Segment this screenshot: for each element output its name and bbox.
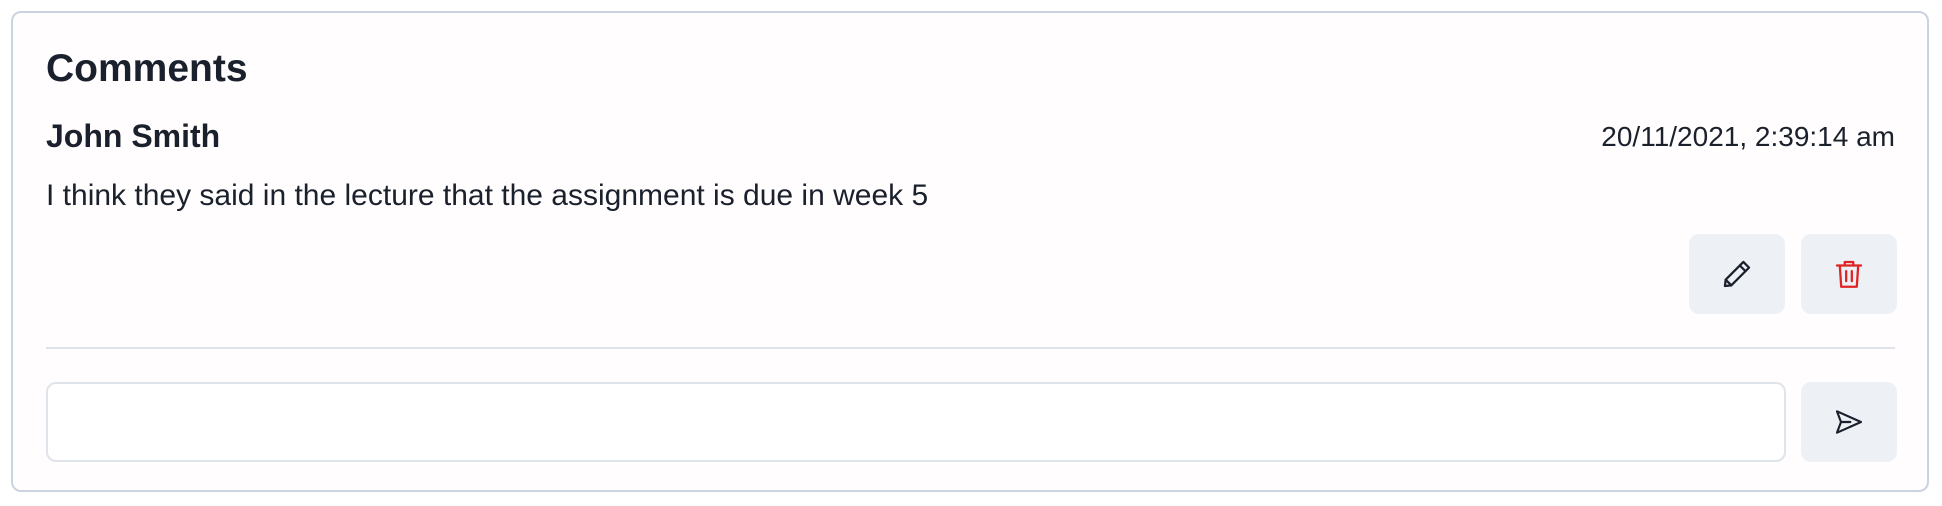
new-comment-input[interactable] [46, 382, 1786, 462]
comments-title: Comments [46, 47, 248, 90]
send-icon [1833, 406, 1865, 438]
divider [46, 347, 1895, 349]
send-comment-button[interactable] [1801, 382, 1897, 462]
comment-author: John Smith [46, 118, 221, 154]
pencil-icon [1720, 257, 1754, 291]
comment-text: I think they said in the lecture that th… [46, 179, 929, 212]
comments-card: Comments John Smith 20/11/2021, 2:39:14 … [11, 11, 1929, 492]
edit-comment-button[interactable] [1689, 234, 1785, 314]
delete-comment-button[interactable] [1801, 234, 1897, 314]
comment-timestamp: 20/11/2021, 2:39:14 am [1601, 121, 1895, 152]
trash-icon [1832, 257, 1866, 291]
